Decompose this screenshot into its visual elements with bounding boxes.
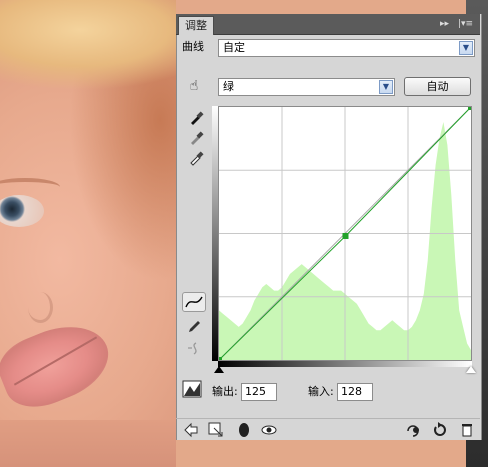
black-eyedropper-icon[interactable]	[188, 110, 204, 126]
preset-dropdown[interactable]: 自定 ▼	[218, 39, 475, 57]
gray-eyedropper-icon[interactable]	[188, 130, 204, 146]
layer-mask-icon[interactable]	[236, 422, 252, 438]
curve-point[interactable]	[342, 232, 349, 239]
channel-dropdown[interactable]: 绿 ▼	[218, 78, 395, 96]
pencil-icon[interactable]	[186, 318, 202, 334]
curves-graph[interactable]	[218, 106, 472, 361]
tab-adjustments[interactable]: 调整	[178, 16, 214, 35]
input-label: 输入:	[308, 385, 334, 398]
photo-lips	[0, 311, 120, 419]
reset-icon[interactable]	[432, 422, 448, 438]
auto-button[interactable]: 自动	[404, 77, 471, 96]
chevron-down-icon[interactable]: ▼	[459, 41, 473, 55]
white-point-slider[interactable]	[466, 366, 476, 373]
back-arrow-icon[interactable]	[183, 422, 199, 438]
curve-point[interactable]	[468, 107, 471, 110]
photo-chin	[0, 420, 176, 467]
white-eyedropper-icon[interactable]	[188, 150, 204, 166]
input-gradient-bar	[218, 361, 472, 367]
targeted-adjustment-hand-icon[interactable]: ☝	[184, 78, 204, 94]
adjustment-type-label: 曲线	[182, 40, 204, 53]
photo-eyebrow	[0, 178, 60, 196]
collapse-panel-icon[interactable]: ▸▸	[440, 17, 449, 31]
curve-point[interactable]	[219, 357, 222, 360]
clipping-warning-icon[interactable]	[182, 380, 202, 398]
view-previous-state-icon[interactable]	[405, 422, 421, 438]
clip-to-layer-icon[interactable]	[208, 422, 224, 438]
trash-icon[interactable]	[459, 422, 475, 438]
panel-menu-icon[interactable]: |▾≡	[458, 17, 473, 31]
output-label: 输出:	[212, 385, 238, 398]
input-field[interactable]: 128	[337, 383, 373, 401]
photo-nose	[28, 292, 53, 323]
chevron-down-icon[interactable]: ▼	[379, 80, 393, 94]
preset-value: 自定	[223, 41, 245, 54]
channel-value: 绿	[223, 80, 234, 93]
curves-plot[interactable]	[219, 107, 471, 360]
photo-canvas	[0, 0, 176, 467]
visibility-eye-icon[interactable]	[261, 422, 277, 438]
black-point-slider[interactable]	[214, 366, 224, 373]
curve-point-icon[interactable]	[182, 292, 206, 312]
output-field[interactable]: 125	[241, 383, 277, 401]
panel-tab-bar: 调整 ▸▸ |▾≡	[176, 14, 480, 35]
photo-eye	[0, 195, 44, 227]
smooth-icon[interactable]	[186, 340, 202, 356]
